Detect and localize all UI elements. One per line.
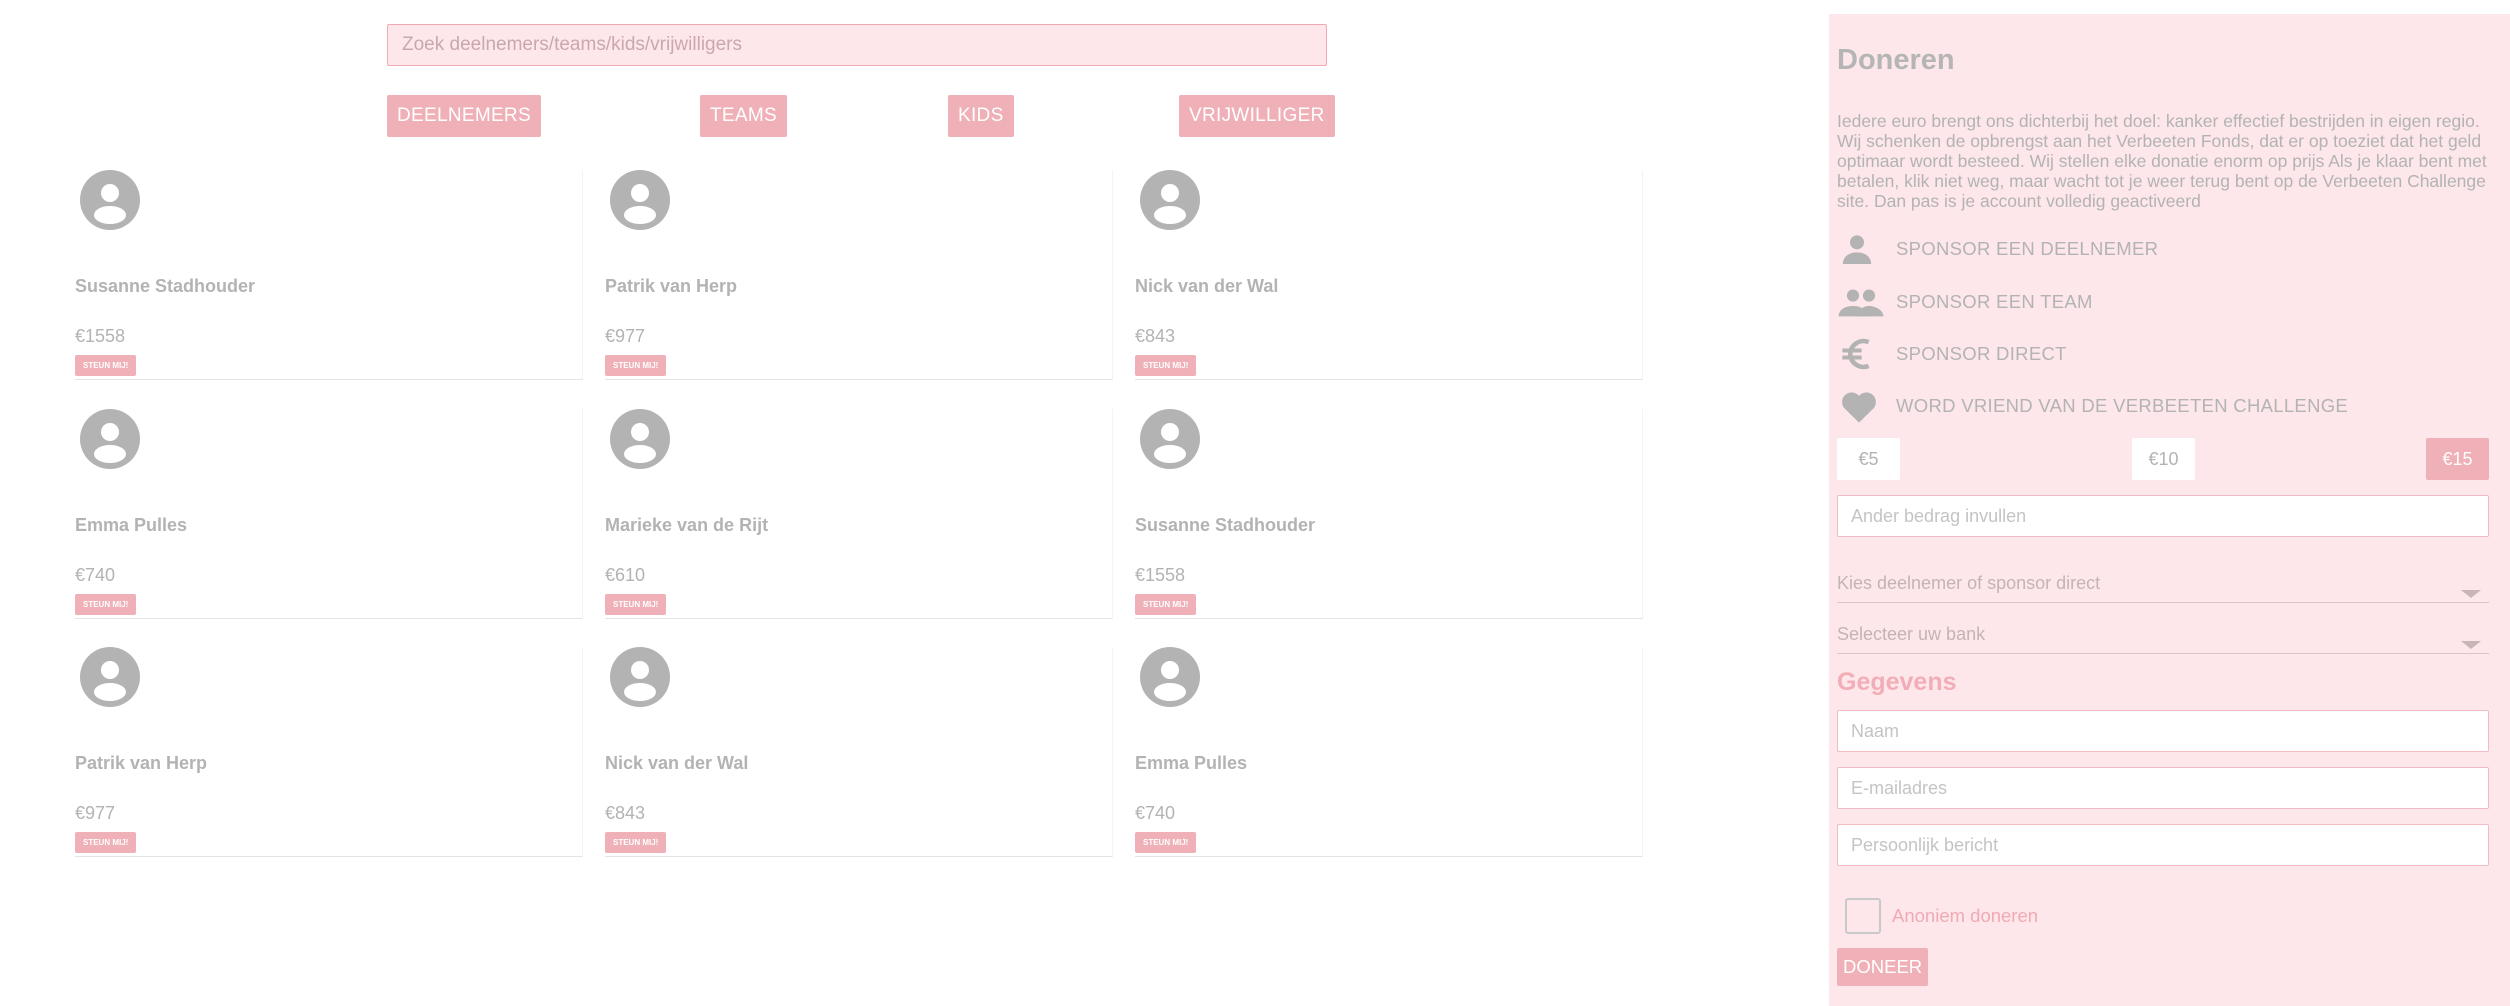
anonymous-label: Anoniem doneren xyxy=(1892,905,2039,926)
avatar-icon xyxy=(610,409,670,469)
person-icon xyxy=(1837,228,1885,270)
participant-amount: €977 xyxy=(75,803,116,823)
participant-name[interactable]: Nick van der Wal xyxy=(1135,276,1278,297)
participant-amount: €1558 xyxy=(1135,565,1186,585)
euro-icon xyxy=(1837,333,1885,375)
participant-amount: €740 xyxy=(75,565,116,585)
steun-mij-button[interactable]: STEUN MIJ! xyxy=(605,594,667,615)
donate-description: Iedere euro brengt ons dichterbij het do… xyxy=(1837,111,2487,211)
participant-card: Nick van der Wal €843 STEUN MIJ! xyxy=(1135,170,1643,380)
heart-icon xyxy=(1837,385,1885,427)
participant-amount: €977 xyxy=(605,326,646,346)
steun-mij-button[interactable]: STEUN MIJ! xyxy=(75,355,137,376)
steun-mij-button[interactable]: STEUN MIJ! xyxy=(1135,355,1197,376)
name-input[interactable] xyxy=(1837,710,2489,752)
participant-name[interactable]: Susanne Stadhouder xyxy=(1135,515,1315,536)
chevron-down-icon xyxy=(2461,590,2481,598)
steun-mij-button[interactable]: STEUN MIJ! xyxy=(75,832,137,853)
amount-15-button[interactable]: €15 xyxy=(2426,438,2489,480)
participant-name[interactable]: Nick van der Wal xyxy=(605,753,748,774)
other-amount-input[interactable] xyxy=(1837,495,2489,537)
steun-mij-button[interactable]: STEUN MIJ! xyxy=(605,355,667,376)
participant-amount: €740 xyxy=(1135,803,1176,823)
participant-amount: €843 xyxy=(605,803,646,823)
avatar-icon xyxy=(80,170,140,230)
participant-card: Nick van der Wal €843 STEUN MIJ! xyxy=(605,647,1113,857)
participant-name[interactable]: Emma Pulles xyxy=(1135,753,1247,774)
participant-amount: €843 xyxy=(1135,326,1176,346)
sponsor-team-label: SPONSOR EEN TEAM xyxy=(1896,291,2093,312)
search-input[interactable] xyxy=(387,24,1327,66)
become-friend-option[interactable]: WORD VRIEND VAN DE VERBEETEN CHALLENGE xyxy=(1837,385,2477,427)
donate-title: Doneren xyxy=(1837,44,1955,76)
amount-5-button[interactable]: €5 xyxy=(1837,438,1900,480)
participant-card: Susanne Stadhouder €1558 STEUN MIJ! xyxy=(1135,409,1643,619)
participant-select[interactable]: Kies deelnemer of sponsor direct xyxy=(1837,571,2489,603)
avatar-icon xyxy=(80,647,140,707)
donate-panel: Doneren Iedere euro brengt ons dichterbi… xyxy=(1829,14,2510,1006)
participant-card: Susanne Stadhouder €1558 STEUN MIJ! xyxy=(75,170,583,380)
participant-name[interactable]: Emma Pulles xyxy=(75,515,187,536)
sponsor-direct-option[interactable]: SPONSOR DIRECT xyxy=(1837,333,2477,375)
sponsor-direct-label: SPONSOR DIRECT xyxy=(1896,343,2067,364)
avatar-icon xyxy=(610,170,670,230)
avatar-icon xyxy=(1140,170,1200,230)
participant-select-text: Kies deelnemer of sponsor direct xyxy=(1837,573,2101,593)
participant-card: Marieke van de Rijt €610 STEUN MIJ! xyxy=(605,409,1113,619)
filter-kids-button[interactable]: KIDS xyxy=(948,95,1014,137)
participant-card: Emma Pulles €740 STEUN MIJ! xyxy=(1135,647,1643,857)
avatar-icon xyxy=(1140,409,1200,469)
avatar-icon xyxy=(1140,647,1200,707)
filter-vrijwilliger-button[interactable]: VRIJWILLIGER xyxy=(1179,95,1335,137)
participant-name[interactable]: Susanne Stadhouder xyxy=(75,276,255,297)
steun-mij-button[interactable]: STEUN MIJ! xyxy=(75,594,137,615)
participant-card: Patrik van Herp €977 STEUN MIJ! xyxy=(605,170,1113,380)
participant-card: Patrik van Herp €977 STEUN MIJ! xyxy=(75,647,583,857)
participant-amount: €610 xyxy=(605,565,646,585)
filter-deelnemers-button[interactable]: DEELNEMERS xyxy=(387,95,541,137)
avatar-icon xyxy=(610,647,670,707)
avatar-icon xyxy=(80,409,140,469)
bank-select-text: Selecteer uw bank xyxy=(1837,624,1986,644)
become-friend-label: WORD VRIEND VAN DE VERBEETEN CHALLENGE xyxy=(1896,395,2349,416)
details-title: Gegevens xyxy=(1837,668,1957,696)
participant-name[interactable]: Patrik van Herp xyxy=(605,276,737,297)
sponsor-participant-option[interactable]: SPONSOR EEN DEELNEMER xyxy=(1837,228,2477,270)
chevron-down-icon xyxy=(2461,641,2481,649)
participant-name[interactable]: Marieke van de Rijt xyxy=(605,515,768,536)
message-input[interactable] xyxy=(1837,824,2489,866)
steun-mij-button[interactable]: STEUN MIJ! xyxy=(1135,594,1197,615)
amount-10-button[interactable]: €10 xyxy=(2132,438,2195,480)
steun-mij-button[interactable]: STEUN MIJ! xyxy=(1135,832,1197,853)
anonymous-checkbox[interactable] xyxy=(1845,898,1881,934)
sponsor-team-option[interactable]: SPONSOR EEN TEAM xyxy=(1837,281,2477,323)
steun-mij-button[interactable]: STEUN MIJ! xyxy=(605,832,667,853)
sponsor-participant-label: SPONSOR EEN DEELNEMER xyxy=(1896,238,2159,259)
participant-amount: €1558 xyxy=(75,326,126,346)
participant-name[interactable]: Patrik van Herp xyxy=(75,753,207,774)
bank-select[interactable]: Selecteer uw bank xyxy=(1837,622,2489,654)
email-input[interactable] xyxy=(1837,767,2489,809)
filter-teams-button[interactable]: TEAMS xyxy=(700,95,787,137)
donate-submit-button[interactable]: DONEER xyxy=(1837,948,1929,986)
participant-card: Emma Pulles €740 STEUN MIJ! xyxy=(75,409,583,619)
group-icon xyxy=(1837,281,1885,323)
